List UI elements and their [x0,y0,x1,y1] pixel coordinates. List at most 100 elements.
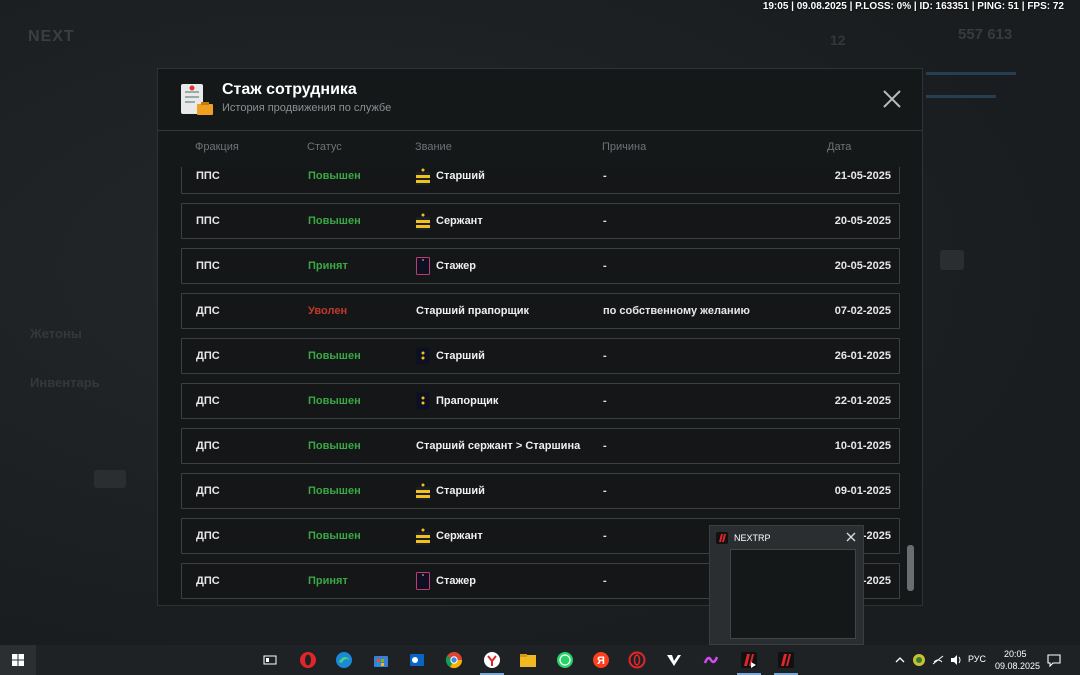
cell-reason: - [603,260,607,272]
bg-number: 12 [830,32,846,48]
yandex-browser-icon[interactable] [476,645,508,675]
outlook-icon[interactable] [401,645,433,675]
language-indicator[interactable]: РУС [968,654,986,664]
table-row[interactable]: ДПС Повышен Прапорщик - 22-01-2025 [181,383,900,419]
column-fraction: Фракция [195,141,239,153]
close-icon[interactable] [845,531,857,543]
windows-icon [12,654,24,666]
opera-icon[interactable] [292,645,324,675]
nextrp-icon [716,532,728,544]
cell-status: Повышен [308,395,361,407]
clock-time[interactable]: 20:05 [1004,649,1027,659]
table-row[interactable]: ППС Принят Стажер - 20-05-2025 [181,248,900,284]
cell-fraction: ППС [196,170,220,182]
chevron-up-icon[interactable] [894,654,906,666]
column-date: Дата [827,141,852,153]
cell-reason: по собственному желанию [603,305,750,317]
cell-rank: Старший прапорщик [416,294,529,328]
cell-reason: - [603,215,607,227]
rank-insignia-icon [416,572,436,590]
table-row[interactable]: ДПС Повышен Старший - 09-01-2025 [181,473,900,509]
table-row[interactable]: ППС Повышен Старший - 21-05-2025 [181,167,900,194]
cell-rank: Стажер [416,564,476,598]
cell-reason: - [603,170,607,182]
cell-fraction: ДПС [196,440,220,452]
volume-icon[interactable] [949,653,963,667]
rank-label: Старший сержант > Старшина [416,440,581,452]
bg-bar [926,95,996,98]
cell-status: Повышен [308,350,361,362]
rank-insignia-icon [416,527,436,545]
cell-rank: Сержант [416,519,483,553]
cell-date: 22-01-2025 [834,395,891,407]
cell-date: 20-05-2025 [834,215,891,227]
document-icon [181,84,213,115]
start-button[interactable] [0,645,36,675]
tilda-app-icon[interactable] [695,645,727,675]
cell-fraction: ППС [196,215,220,227]
cell-status: Повышен [308,485,361,497]
bg-box [940,250,964,270]
close-icon[interactable] [880,87,904,111]
cell-status: Принят [308,260,348,272]
whatsapp-icon[interactable] [549,645,581,675]
rank-label: Старший прапорщик [416,305,530,317]
bg-side-inventory: Инвентарь [30,375,100,390]
modal-header: Стаж сотрудника История продвижения по с… [158,69,922,131]
cell-date: 21-05-2025 [834,170,891,182]
rank-label: Старший [436,485,485,497]
column-status: Статус [307,141,342,153]
rank-insignia-icon [416,257,436,275]
nextrp-icon[interactable] [770,645,802,675]
cell-rank: Старший [416,474,485,508]
scrollbar[interactable] [907,545,914,591]
modal-title: Стаж сотрудника [222,81,357,98]
cell-reason: - [603,350,607,362]
rank-insignia-icon [416,167,436,185]
cursor-app-icon[interactable] [658,645,690,675]
clock-date[interactable]: 09.08.2025 [995,661,1040,671]
cell-reason: - [603,395,607,407]
cell-date: 10-01-2025 [834,440,891,452]
cell-status: Повышен [308,215,361,227]
cell-status: Уволен [308,305,348,317]
bg-money: 557 613 [958,26,1013,43]
cell-fraction: ДПС [196,305,220,317]
table-row[interactable]: ДПС Уволен Старший прапорщик по собственном… [181,293,900,329]
svg-text:Я: Я [597,655,605,667]
rank-insignia-icon [416,212,436,230]
cell-status: Принят [308,575,348,587]
rank-label: Стажер [436,260,476,272]
table-row[interactable]: ДПС Повышен Старший сержант > Старшина - 10-… [181,428,900,464]
bg-logo: NEXT [28,28,75,45]
nextrp-launcher-icon[interactable] [733,645,765,675]
cell-reason: - [603,575,607,587]
cell-date: 26-01-2025 [834,350,891,362]
notifications-icon[interactable] [1047,653,1061,667]
edge-icon[interactable] [328,645,360,675]
tray-app-icon[interactable] [912,653,926,667]
table-row[interactable]: ППС Повышен Сержант - 20-05-2025 [181,203,900,239]
preview-title: NEXTRP [734,533,771,543]
cell-status: Повышен [308,530,361,542]
hud-status: 19:05 | 09.08.2025 | P.LOSS: 0% | ID: 16… [762,1,1064,12]
wifi-icon[interactable] [931,653,945,667]
cell-date: 09-01-2025 [834,485,891,497]
taskbar-preview[interactable]: NEXTRP [709,525,864,645]
modal-subtitle: История продвижения по службе [222,102,392,114]
cell-status: Повышен [308,440,361,452]
cell-rank: Стажер [416,249,476,283]
task-view-icon[interactable] [254,645,286,675]
cell-rank: Сержант [416,204,483,238]
chrome-icon[interactable] [438,645,470,675]
yandex-icon[interactable]: Я [585,645,617,675]
cell-rank: Прапорщик [416,384,498,418]
store-icon[interactable] [365,645,397,675]
column-reason: Причина [602,141,647,153]
table-row[interactable]: ДПС Повышен Старший - 26-01-2025 [181,338,900,374]
cell-status: Повышен [308,170,361,182]
file-explorer-icon[interactable] [512,645,544,675]
cell-fraction: ДПС [196,530,220,542]
table-header: Фракция Статус Звание Причина Дата [158,141,922,159]
opera-gx-icon[interactable] [621,645,653,675]
